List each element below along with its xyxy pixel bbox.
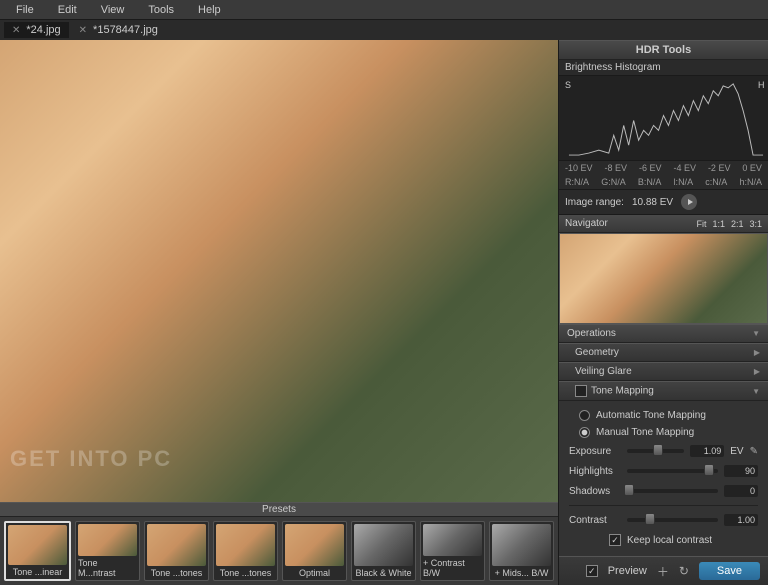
image-range-row: Image range: 10.88 EV bbox=[559, 190, 768, 215]
operations-header[interactable]: Operations▼ bbox=[559, 324, 768, 343]
tab-label: *1578447.jpg bbox=[93, 24, 158, 36]
zoom-2-1[interactable]: 2:1 bbox=[731, 219, 744, 229]
preset-item[interactable]: Black & White bbox=[351, 521, 416, 581]
contrast-label: Contrast bbox=[569, 515, 621, 526]
exposure-unit: EV bbox=[730, 446, 743, 457]
histogram-h-label: H bbox=[758, 80, 764, 90]
tab-close-icon[interactable]: ✕ bbox=[12, 25, 20, 36]
image-range-value: 10.88 EV bbox=[632, 197, 673, 208]
contrast-value[interactable]: 1.00 bbox=[724, 514, 758, 526]
keep-local-checkbox[interactable]: ✓ bbox=[609, 534, 621, 546]
save-button[interactable]: Save bbox=[699, 562, 760, 580]
preview-label: Preview bbox=[608, 565, 647, 577]
preset-item[interactable]: + Contrast B/W bbox=[420, 521, 485, 581]
menu-view[interactable]: View bbox=[89, 2, 137, 18]
shadows-label: Shadows bbox=[569, 486, 621, 497]
histogram-s-label: S bbox=[565, 80, 571, 90]
histogram-curve bbox=[569, 84, 763, 155]
tab-item[interactable]: ✕ *1578447.jpg bbox=[71, 22, 166, 38]
highlights-label: Highlights bbox=[569, 466, 621, 477]
menu-edit[interactable]: Edit bbox=[46, 2, 89, 18]
brush-icon[interactable]: ✎ bbox=[750, 446, 758, 457]
menu-file[interactable]: File bbox=[4, 2, 46, 18]
highlights-value[interactable]: 90 bbox=[724, 465, 758, 477]
radio-manual[interactable] bbox=[579, 427, 590, 438]
menu-help[interactable]: Help bbox=[186, 2, 233, 18]
radio-auto[interactable] bbox=[579, 410, 590, 421]
preset-item[interactable]: Optimal bbox=[282, 521, 347, 581]
presets-title: Presets bbox=[0, 503, 558, 517]
chevron-right-icon: ▶ bbox=[754, 348, 760, 357]
tab-item[interactable]: ✕ *24.jpg bbox=[4, 22, 69, 38]
navigator-thumbnail[interactable] bbox=[559, 233, 768, 324]
veiling-header[interactable]: Veiling Glare▶ bbox=[559, 362, 768, 381]
tone-mapping-body: Automatic Tone Mapping Manual Tone Mappi… bbox=[559, 401, 768, 556]
keep-local-row[interactable]: ✓ Keep local contrast bbox=[569, 530, 758, 550]
preset-item[interactable]: + Mids... B/W bbox=[489, 521, 554, 581]
navigator-header: Navigator Fit 1:1 2:1 3:1 bbox=[559, 215, 768, 233]
tone-enable-checkbox[interactable] bbox=[575, 385, 587, 397]
right-footer: ✓ Preview ＋ ↻ Save bbox=[559, 556, 768, 585]
zoom-fit[interactable]: Fit bbox=[696, 219, 706, 229]
preset-item[interactable]: Tone ...tones bbox=[213, 521, 278, 581]
ev-labels: -10 EV-8 EV-6 EV-4 EV-2 EV0 EV bbox=[559, 161, 768, 175]
exposure-slider[interactable] bbox=[627, 449, 684, 453]
refresh-icon[interactable]: ↻ bbox=[679, 564, 689, 578]
menu-tools[interactable]: Tools bbox=[136, 2, 186, 18]
shadows-value[interactable]: 0 bbox=[724, 485, 758, 497]
highlights-slider[interactable] bbox=[627, 469, 718, 473]
chevron-right-icon: ▶ bbox=[754, 367, 760, 376]
play-icon[interactable] bbox=[681, 194, 697, 210]
geometry-header[interactable]: Geometry▶ bbox=[559, 343, 768, 362]
plus-icon[interactable]: ＋ bbox=[657, 563, 669, 580]
histogram[interactable]: S H bbox=[559, 76, 768, 161]
presets-panel: Presets Tone ...inear Tone M...ntrast To… bbox=[0, 502, 558, 585]
exposure-value[interactable]: 1.09 bbox=[690, 445, 724, 457]
photo-preview bbox=[0, 40, 558, 502]
manual-tone-row[interactable]: Manual Tone Mapping bbox=[569, 424, 758, 441]
preset-item[interactable]: Tone ...tones bbox=[144, 521, 209, 581]
preview-checkbox[interactable]: ✓ bbox=[586, 565, 598, 577]
auto-tone-row[interactable]: Automatic Tone Mapping bbox=[569, 407, 758, 424]
preset-item[interactable]: Tone M...ntrast bbox=[75, 521, 140, 581]
image-canvas[interactable] bbox=[0, 40, 558, 502]
shadows-slider[interactable] bbox=[627, 489, 718, 493]
rgb-labels: R:N/AG:N/AB:N/Al:N/Ac:N/Ah:N/A bbox=[559, 175, 768, 190]
histogram-header: Brightness Histogram bbox=[559, 60, 768, 76]
exposure-label: Exposure bbox=[569, 446, 621, 457]
menubar: File Edit View Tools Help bbox=[0, 0, 768, 20]
tab-close-icon[interactable]: ✕ bbox=[79, 25, 87, 36]
hdr-tools-title: HDR Tools bbox=[559, 40, 768, 60]
chevron-down-icon: ▼ bbox=[752, 387, 760, 396]
tab-label: *24.jpg bbox=[26, 24, 60, 36]
tabbar: ✕ *24.jpg ✕ *1578447.jpg bbox=[0, 20, 768, 40]
preset-item[interactable]: Tone ...inear bbox=[4, 521, 71, 581]
chevron-down-icon: ▼ bbox=[752, 329, 760, 338]
zoom-3-1[interactable]: 3:1 bbox=[749, 219, 762, 229]
zoom-1-1[interactable]: 1:1 bbox=[712, 219, 725, 229]
tone-mapping-header[interactable]: Tone Mapping▼ bbox=[559, 381, 768, 401]
contrast-slider[interactable] bbox=[627, 518, 718, 522]
